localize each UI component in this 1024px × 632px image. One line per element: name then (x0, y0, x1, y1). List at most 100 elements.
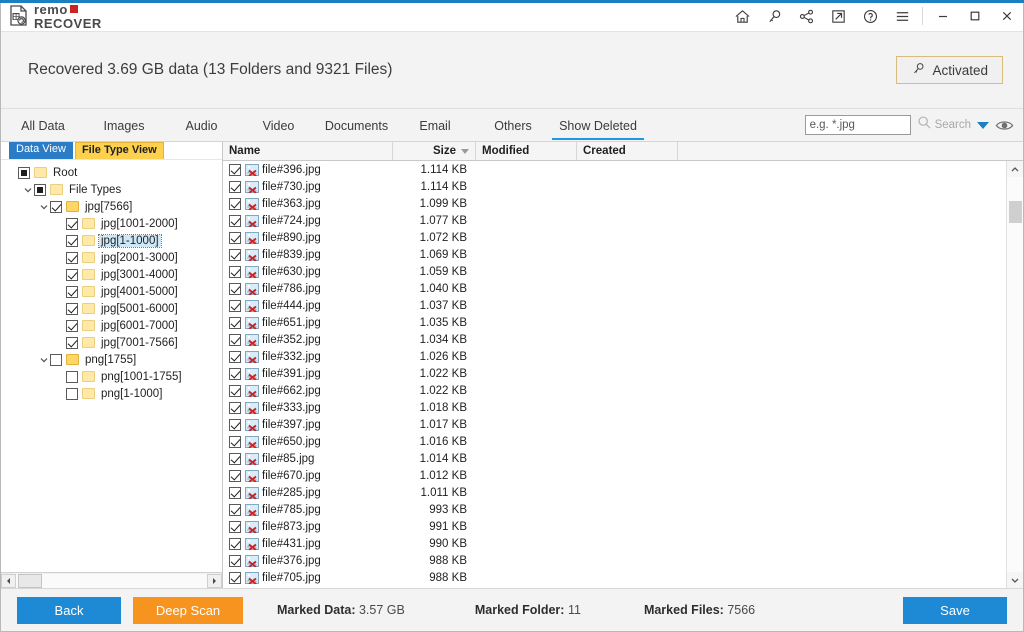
column-header-modified[interactable]: Modified (476, 142, 577, 160)
table-row[interactable]: file#285.jpg 1.011 KB (223, 484, 1006, 501)
chevron-down-icon[interactable] (21, 186, 34, 194)
table-row[interactable]: file#839.jpg 1.069 KB (223, 246, 1006, 263)
tree-node[interactable]: jpg[3001-4000] (1, 266, 222, 283)
tab-data-view[interactable]: Data View (9, 141, 73, 159)
tree-node[interactable]: Root (1, 164, 222, 181)
table-row[interactable]: file#363.jpg 1.099 KB (223, 195, 1006, 212)
tree-node[interactable]: jpg[1-1000] (1, 232, 222, 249)
close-button[interactable] (991, 1, 1023, 32)
row-checkbox[interactable] (229, 503, 241, 516)
table-row[interactable]: file#391.jpg 1.022 KB (223, 365, 1006, 382)
maximize-button[interactable] (959, 1, 991, 32)
tree-node[interactable]: jpg[7001-7566] (1, 334, 222, 351)
table-row[interactable]: file#662.jpg 1.022 KB (223, 382, 1006, 399)
table-row[interactable]: file#332.jpg 1.026 KB (223, 348, 1006, 365)
scroll-left-arrow-icon[interactable] (1, 573, 16, 588)
column-header-size[interactable]: Size (393, 142, 476, 160)
chevron-down-icon[interactable] (37, 203, 50, 211)
row-checkbox[interactable] (229, 452, 241, 465)
tree-node-checkbox[interactable] (66, 302, 78, 315)
row-checkbox[interactable] (229, 180, 241, 193)
table-row[interactable]: file#785.jpg 993 KB (223, 501, 1006, 518)
chevron-down-icon[interactable] (37, 356, 50, 364)
tree-node-checkbox[interactable] (18, 166, 30, 179)
tree-node-checkbox[interactable] (66, 387, 78, 400)
column-header-name[interactable]: Name (223, 142, 393, 160)
table-row[interactable]: file#630.jpg 1.059 KB (223, 263, 1006, 280)
tree-node[interactable]: jpg[1001-2000] (1, 215, 222, 232)
row-checkbox[interactable] (229, 418, 241, 431)
search-button[interactable]: Search (917, 115, 971, 135)
row-checkbox[interactable] (229, 214, 241, 227)
tree-node[interactable]: jpg[6001-7000] (1, 317, 222, 334)
share-icon[interactable] (790, 1, 822, 32)
tree-node-checkbox[interactable] (66, 319, 78, 332)
row-checkbox[interactable] (229, 350, 241, 363)
tab-others[interactable]: Others (474, 109, 552, 142)
external-link-icon[interactable] (822, 1, 854, 32)
table-row[interactable]: file#333.jpg 1.018 KB (223, 399, 1006, 416)
row-checkbox[interactable] (229, 231, 241, 244)
table-row[interactable]: file#873.jpg 991 KB (223, 518, 1006, 535)
deep-scan-button[interactable]: Deep Scan (133, 596, 243, 624)
tree-node-checkbox[interactable] (66, 217, 78, 230)
scroll-right-arrow-icon[interactable] (207, 573, 222, 588)
row-checkbox[interactable] (229, 469, 241, 482)
tree-node[interactable]: jpg[5001-6000] (1, 300, 222, 317)
tree-node-checkbox[interactable] (66, 285, 78, 298)
tree-node-checkbox[interactable] (50, 353, 62, 366)
tab-audio[interactable]: Audio (163, 109, 240, 142)
table-row[interactable]: file#724.jpg 1.077 KB (223, 212, 1006, 229)
row-checkbox[interactable] (229, 520, 241, 533)
tab-email[interactable]: Email (396, 109, 474, 142)
row-checkbox[interactable] (229, 571, 241, 584)
table-row[interactable]: file#670.jpg 1.012 KB (223, 467, 1006, 484)
tree-node[interactable]: File Types (1, 181, 222, 198)
table-row[interactable]: file#352.jpg 1.034 KB (223, 331, 1006, 348)
tree-node-checkbox[interactable] (66, 370, 78, 383)
vscroll-track[interactable] (1007, 177, 1023, 572)
row-checkbox[interactable] (229, 554, 241, 567)
table-row[interactable]: file#85.jpg 1.014 KB (223, 450, 1006, 467)
tree-horizontal-scrollbar[interactable] (1, 572, 222, 588)
table-row[interactable]: file#397.jpg 1.017 KB (223, 416, 1006, 433)
tab-file-type-view[interactable]: File Type View (74, 142, 164, 159)
tree-node-checkbox[interactable] (50, 200, 62, 213)
table-row[interactable]: file#431.jpg 990 KB (223, 535, 1006, 552)
table-row[interactable]: file#444.jpg 1.037 KB (223, 297, 1006, 314)
save-button[interactable]: Save (903, 596, 1007, 624)
scroll-down-arrow-icon[interactable] (1007, 572, 1023, 588)
home-icon[interactable] (726, 1, 758, 32)
table-row[interactable]: file#650.jpg 1.016 KB (223, 433, 1006, 450)
row-checkbox[interactable] (229, 316, 241, 329)
table-row[interactable]: file#651.jpg 1.035 KB (223, 314, 1006, 331)
table-row[interactable]: file#396.jpg 1.114 KB (223, 161, 1006, 178)
tree-node-checkbox[interactable] (66, 336, 78, 349)
table-row[interactable]: file#890.jpg 1.072 KB (223, 229, 1006, 246)
row-checkbox[interactable] (229, 299, 241, 312)
row-checkbox[interactable] (229, 333, 241, 346)
tree-node-checkbox[interactable] (66, 234, 78, 247)
tree-node-checkbox[interactable] (66, 268, 78, 281)
tab-documents[interactable]: Documents (317, 109, 396, 142)
row-checkbox[interactable] (229, 248, 241, 261)
tree-node[interactable]: jpg[2001-3000] (1, 249, 222, 266)
minimize-button[interactable] (927, 1, 959, 32)
tree-node[interactable]: png[1001-1755] (1, 368, 222, 385)
help-icon[interactable] (854, 1, 886, 32)
hscroll-track[interactable] (16, 573, 207, 588)
back-button[interactable]: Back (17, 596, 121, 624)
row-checkbox[interactable] (229, 282, 241, 295)
scroll-up-arrow-icon[interactable] (1007, 161, 1023, 177)
row-checkbox[interactable] (229, 367, 241, 380)
tree-node[interactable]: png[1-1000] (1, 385, 222, 402)
file-list-vertical-scrollbar[interactable] (1006, 161, 1023, 588)
row-checkbox[interactable] (229, 486, 241, 499)
tab-video[interactable]: Video (240, 109, 317, 142)
tree-node[interactable]: jpg[7566] (1, 198, 222, 215)
row-checkbox[interactable] (229, 401, 241, 414)
table-row[interactable]: file#730.jpg 1.114 KB (223, 178, 1006, 195)
row-checkbox[interactable] (229, 163, 241, 176)
key-icon[interactable] (758, 1, 790, 32)
hscroll-thumb[interactable] (18, 573, 42, 588)
